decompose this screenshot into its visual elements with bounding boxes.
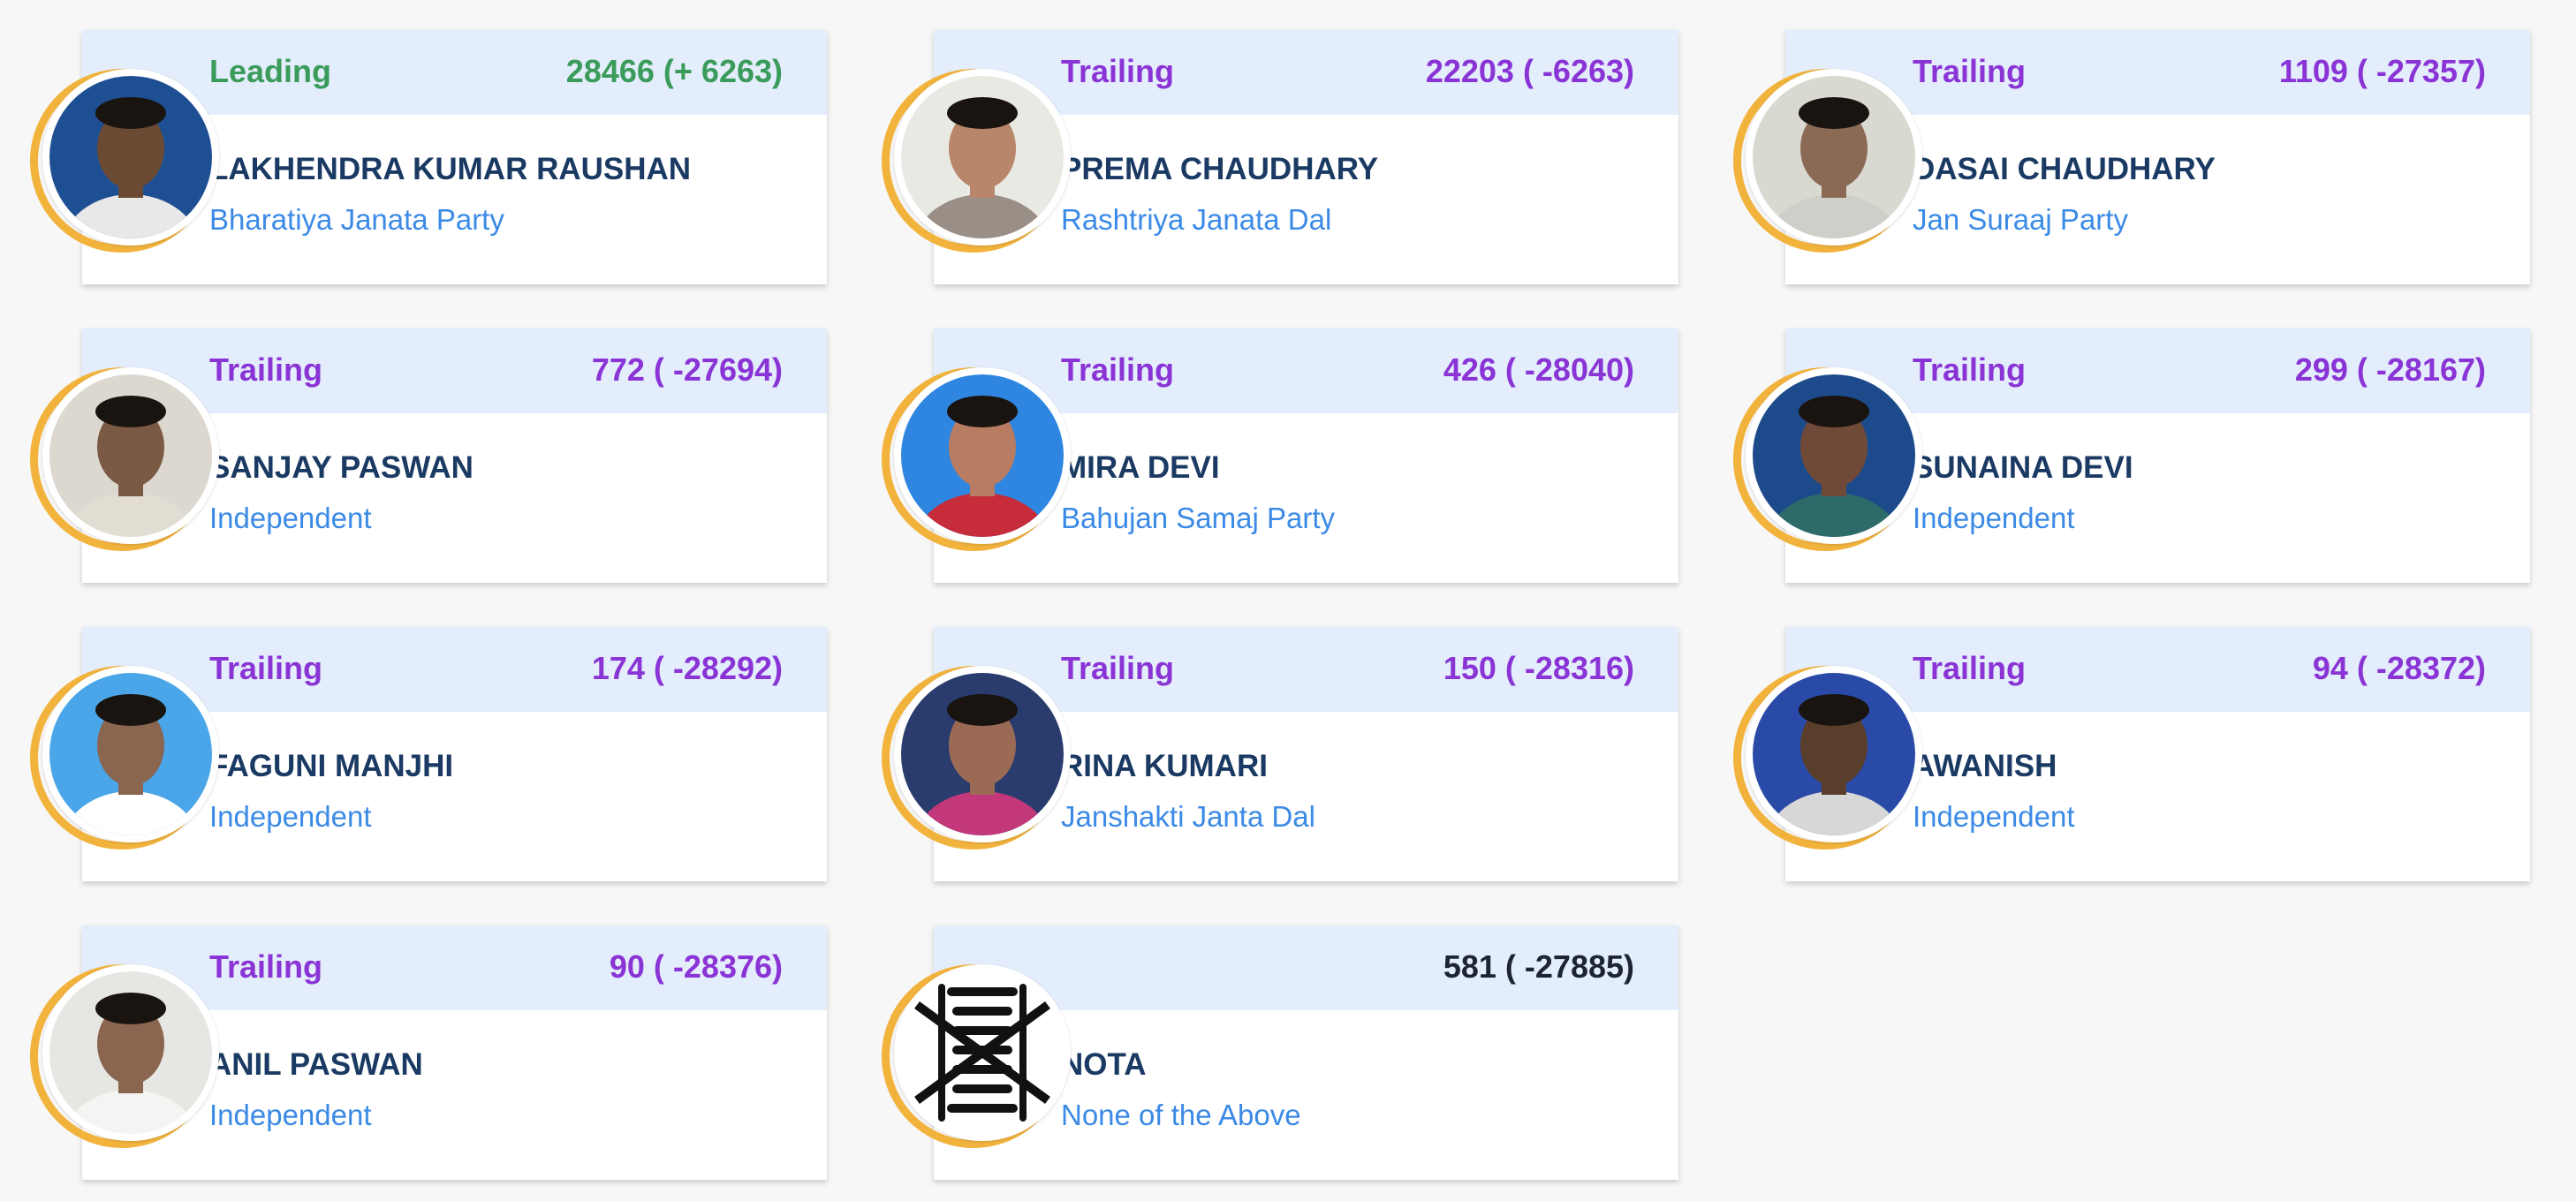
party-name: Independent (209, 1099, 372, 1131)
vote-count: 28466 (+ 6263) (565, 53, 783, 89)
candidate-card[interactable]: Trailing 772 ( -27694) SANJAY PASWAN Ind… (0, 329, 827, 585)
candidate-name: DASAI CHAUDHARY (1913, 152, 2216, 186)
vote-count: 772 ( -27694) (591, 351, 783, 388)
vote-count: 1109 ( -27357) (2278, 53, 2486, 89)
candidate-photo (1746, 666, 1922, 842)
candidate-photo (894, 666, 1071, 842)
party-name: Independent (1913, 502, 2075, 534)
candidate-name: ANIL PASWAN (209, 1047, 423, 1082)
vote-count: 299 ( -28167) (2294, 351, 2486, 388)
party-name: Independent (209, 800, 372, 833)
candidate-card[interactable]: Trailing 150 ( -28316) RINA KUMARI Jansh… (852, 627, 1678, 883)
candidate-card[interactable]: Leading 28466 (+ 6263) LAKHENDRA KUMAR R… (0, 30, 827, 286)
candidate-card[interactable]: Trailing 94 ( -28372) AWANISH Independen… (1703, 627, 2530, 883)
vote-count: 174 ( -28292) (591, 650, 783, 686)
candidate-name: AWANISH (1913, 749, 2057, 783)
status-badge: Trailing (1061, 351, 1175, 388)
candidate-card[interactable]: Trailing 426 ( -28040) MIRA DEVI Bahujan… (852, 329, 1678, 585)
candidate-name: MIRA DEVI (1061, 450, 1220, 485)
candidate-name: RINA KUMARI (1061, 749, 1268, 783)
candidate-photo (42, 69, 219, 245)
results-grid: Leading 28466 (+ 6263) LAKHENDRA KUMAR R… (0, 0, 2576, 1201)
candidate-photo (42, 367, 219, 544)
party-name: Bharatiya Janata Party (209, 203, 504, 236)
status-badge: Trailing (1913, 351, 2027, 388)
vote-count: 90 ( -28376) (609, 948, 783, 985)
party-name: Rashtriya Janata Dal (1061, 203, 1332, 236)
candidate-card[interactable]: Trailing 174 ( -28292) FAGUNI MANJHI Ind… (0, 627, 827, 883)
candidate-photo (894, 367, 1071, 544)
status-badge: Trailing (209, 948, 323, 985)
vote-count: 22203 ( -6263) (1425, 53, 1634, 89)
candidate-name: SUNAINA DEVI (1913, 450, 2133, 485)
status-badge: Trailing (1061, 650, 1175, 686)
status-badge: Leading (209, 53, 332, 89)
candidate-name: SANJAY PASWAN (209, 450, 474, 485)
candidate-photo (1746, 69, 1922, 245)
status-badge: Trailing (1913, 53, 2027, 89)
party-name: Jan Suraaj Party (1913, 203, 2128, 236)
status-badge: Trailing (209, 650, 323, 686)
candidate-name: LAKHENDRA KUMAR RAUSHAN (209, 152, 692, 186)
party-name: Independent (1913, 800, 2075, 833)
party-name: None of the Above (1061, 1099, 1301, 1131)
vote-count: 581 ( -27885) (1443, 948, 1634, 985)
candidate-card[interactable]: Trailing 22203 ( -6263) PREMA CHAUDHARY … (852, 30, 1678, 286)
nota-symbol-icon (894, 964, 1071, 1141)
party-name: Independent (209, 502, 372, 534)
candidate-name: NOTA (1061, 1047, 1147, 1082)
candidate-name: FAGUNI MANJHI (209, 749, 454, 783)
candidate-photo (1746, 367, 1922, 544)
candidate-name: PREMA CHAUDHARY (1061, 152, 1379, 186)
status-badge: Trailing (1913, 650, 2027, 686)
candidate-card[interactable]: Trailing 299 ( -28167) SUNAINA DEVI Inde… (1703, 329, 2530, 585)
vote-count: 150 ( -28316) (1443, 650, 1634, 686)
candidate-card[interactable]: Trailing 1109 ( -27357) DASAI CHAUDHARY … (1703, 30, 2530, 286)
candidate-photo (42, 666, 219, 842)
vote-count: 94 ( -28372) (2312, 650, 2486, 686)
candidate-photo (42, 964, 219, 1141)
party-name: Janshakti Janta Dal (1061, 800, 1315, 833)
status-badge: Trailing (1061, 53, 1175, 89)
candidate-photo (894, 69, 1071, 245)
party-name: Bahujan Samaj Party (1061, 502, 1336, 534)
vote-count: 426 ( -28040) (1443, 351, 1634, 388)
candidate-card[interactable]: Trailing 90 ( -28376) ANIL PASWAN Indepe… (0, 925, 827, 1182)
candidate-card[interactable]: 581 ( -27885) NOTA None of the Above (852, 925, 1678, 1182)
status-badge: Trailing (209, 351, 323, 388)
